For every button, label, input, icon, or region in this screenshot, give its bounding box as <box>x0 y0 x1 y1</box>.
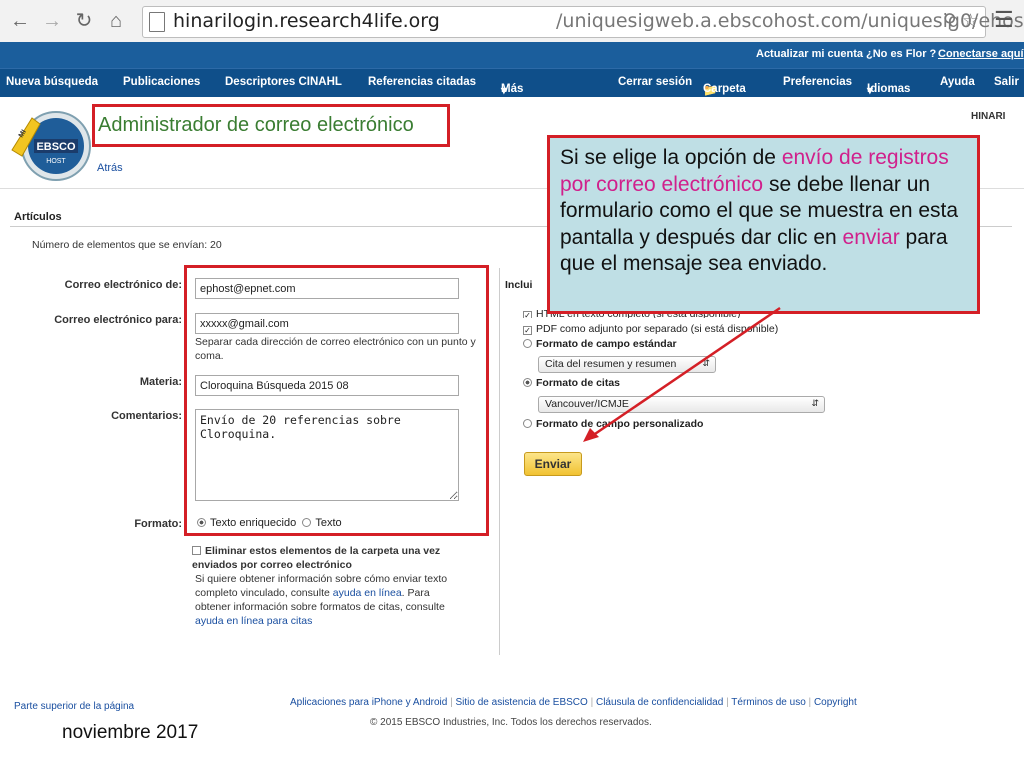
item-count: Número de elementos que se envían: 20 <box>32 239 222 251</box>
format-rich-radio[interactable] <box>197 518 206 527</box>
articles-heading: Artículos <box>14 211 62 223</box>
format-rich-label: Texto enriquecido <box>210 517 297 529</box>
nav-exit[interactable]: Salir <box>994 76 1019 88</box>
page-icon <box>149 12 165 32</box>
home-icon[interactable]: ⌂ <box>104 9 128 33</box>
nav-preferences[interactable]: Preferencias <box>783 76 852 88</box>
send-button[interactable]: Enviar <box>524 452 582 476</box>
callout-arrow <box>583 306 781 442</box>
custom-field-radio[interactable] <box>523 419 532 428</box>
forward-arrow-icon[interactable]: → <box>40 9 64 33</box>
back-arrow-icon[interactable]: ← <box>8 9 32 33</box>
not-user-link[interactable]: ¿No es Flor ? <box>866 48 936 60</box>
footer-link-privacy[interactable]: Cláusula de confidencialidad <box>596 697 723 708</box>
from-email-field[interactable] <box>195 278 459 299</box>
nav-help[interactable]: Ayuda <box>940 76 975 88</box>
footer-link-apps[interactable]: Aplicaciones para iPhone y Android <box>290 697 447 708</box>
footer-links: Aplicaciones para iPhone y Android | Sit… <box>290 697 857 708</box>
svg-text:EBSCO: EBSCO <box>36 141 76 153</box>
to-label: Correo electrónico para: <box>54 314 182 326</box>
zoom-icon[interactable]: ⚲ <box>943 11 957 32</box>
svg-text:HOST: HOST <box>46 158 66 165</box>
format-text-radio[interactable] <box>302 518 312 527</box>
nav-publications[interactable]: Publicaciones <box>123 76 200 88</box>
format-text-label: Texto <box>315 517 342 529</box>
back-link[interactable]: Atrás <box>97 162 123 174</box>
update-account-link[interactable]: Actualizar mi cuenta <box>756 48 863 60</box>
main-nav: Nueva búsqueda Publicaciones Descriptore… <box>0 68 1024 97</box>
nav-cinahl-descriptors[interactable]: Descriptores CINAHL <box>225 76 342 88</box>
ebsco-host-logo: EBSCO HOST MI <box>11 111 91 181</box>
column-divider <box>499 268 500 655</box>
institution-label: HINARI <box>971 111 1006 122</box>
caret-down-icon: ▾ <box>501 85 507 97</box>
select-arrow-icon: ⇵ <box>811 398 819 408</box>
subject-label: Materia: <box>139 376 182 388</box>
comments-textarea[interactable]: Envío de 20 referencias sobre Cloroquina… <box>195 409 459 501</box>
reload-icon[interactable]: ↻ <box>72 9 96 33</box>
remove-items-checkbox[interactable] <box>192 546 201 555</box>
page-title: Administrador de correo electrónico <box>98 114 414 136</box>
comments-label: Comentarios: <box>111 410 182 422</box>
include-heading: Inclui <box>505 279 533 291</box>
browser-menu-icon[interactable]: ☰ <box>994 9 1016 31</box>
citation-format-radio[interactable] <box>523 378 532 387</box>
caret-down-icon: ▾ <box>867 85 873 97</box>
nav-new-search[interactable]: Nueva búsqueda <box>6 76 98 88</box>
bookmark-star-icon[interactable]: ☆ <box>962 11 979 32</box>
browser-toolbar: ← → ↻ ⌂ hinarilogin.research4life.org /u… <box>0 0 1024 43</box>
format-label: Formato: <box>134 518 182 530</box>
citations-help-link[interactable]: ayuda en línea para citas <box>195 615 312 627</box>
footer-link-support[interactable]: Sitio de asistencia de EBSCO <box>456 697 588 708</box>
instruction-callout: Si se elige la opción de envío de regist… <box>547 135 980 314</box>
online-help-link[interactable]: ayuda en línea <box>333 587 402 599</box>
footer-link-terms[interactable]: Términos de uso <box>731 697 805 708</box>
nav-logout[interactable]: Cerrar sesión <box>618 76 692 88</box>
help-text: Si quiere obtener información sobre cómo… <box>195 573 448 627</box>
remove-items-label: Eliminar estos elementos de la carpeta u… <box>192 545 441 571</box>
footer-link-copyright[interactable]: Copyright <box>814 697 857 708</box>
copyright-text: © 2015 EBSCO Industries, Inc. Todos los … <box>370 717 652 728</box>
to-email-hint: Separar cada dirección de correo electró… <box>195 336 476 362</box>
back-to-top-link[interactable]: Parte superior de la página <box>14 701 134 712</box>
to-email-field[interactable] <box>195 313 459 334</box>
subject-field[interactable] <box>195 375 459 396</box>
html-fulltext-checkbox[interactable]: ✓ <box>523 311 532 318</box>
account-bar: Actualizar mi cuenta ¿No es Flor ? Conec… <box>0 42 1024 68</box>
login-here-link[interactable]: Conectarse aquí <box>938 48 1024 60</box>
standard-field-radio[interactable] <box>523 339 532 348</box>
slide-date: noviembre 2017 <box>62 722 199 743</box>
from-label: Correo electrónico de: <box>64 279 182 291</box>
address-bar[interactable]: hinarilogin.research4life.org /uniquesig… <box>142 6 1024 38</box>
nav-cited-references[interactable]: Referencias citadas <box>368 76 476 88</box>
pdf-attach-checkbox[interactable]: ✓ <box>523 326 532 335</box>
url-host: hinarilogin.research4life.org <box>173 10 440 32</box>
